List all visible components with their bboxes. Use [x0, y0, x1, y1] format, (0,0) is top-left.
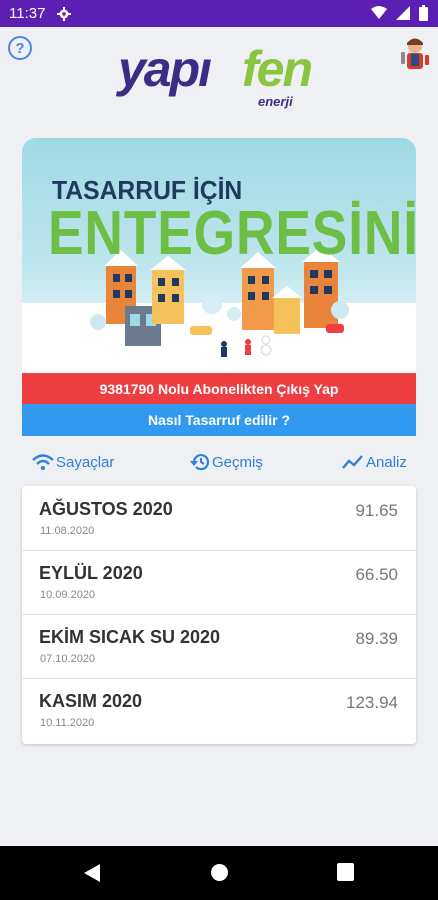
tab-history-label: Geçmiş: [212, 453, 263, 471]
list-item[interactable]: AĞUSTOS 2020 11.08.2020 91.65: [22, 486, 416, 551]
list-item[interactable]: EYLÜL 2020 10.09.2020 66.50: [22, 550, 416, 615]
avatar-icon[interactable]: [400, 36, 430, 72]
exit-subscription-button[interactable]: 9381790 Nolu Abonelikten Çıkış Yap: [22, 373, 416, 404]
banner-title-line-2: ENTEGRESİNİZ!: [48, 199, 416, 268]
tab-analysis-label: Analiz: [366, 453, 407, 471]
bill-amount: 123.94: [346, 693, 398, 712]
tab-meters-label: Sayaçlar: [56, 453, 115, 471]
wifi-icon: [371, 6, 387, 19]
help-button[interactable]: ?: [8, 36, 32, 60]
how-to-save-button[interactable]: Nasıl Tasarruf edilir ?: [22, 404, 416, 436]
logo-word-1: yapı: [118, 41, 212, 97]
bill-title: EYLÜL 2020: [39, 563, 143, 583]
bill-amount: 66.50: [355, 565, 398, 584]
history-icon: [190, 454, 210, 471]
bill-title: EKİM SICAK SU 2020: [39, 627, 221, 647]
tab-meters[interactable]: Sayaçlar: [32, 448, 114, 476]
list-item[interactable]: EKİM SICAK SU 2020 07.10.2020 89.39: [22, 614, 416, 679]
bill-amount: 91.65: [355, 501, 398, 520]
tab-history[interactable]: Geçmiş: [190, 448, 263, 476]
status-time: 11:37: [9, 5, 46, 22]
status-bar: 11:37: [0, 0, 438, 27]
system-nav-bar: [0, 846, 438, 900]
logo-word-2: fen: [242, 41, 313, 97]
bill-title: AĞUSTOS 2020: [39, 499, 173, 519]
bill-date: 07.10.2020: [40, 653, 96, 665]
logo-subtitle: enerji: [258, 94, 293, 109]
bill-date: 10.09.2020: [40, 589, 96, 601]
list-item[interactable]: KASIM 2020 10.11.2020 123.94: [22, 678, 416, 742]
gear-icon: [57, 6, 72, 21]
trend-icon: [342, 455, 363, 469]
bill-amount: 89.39: [355, 629, 398, 648]
bill-list: AĞUSTOS 2020 11.08.2020 91.65 EYLÜL 2020…: [22, 486, 416, 744]
tab-analysis[interactable]: Analiz: [342, 448, 407, 476]
promo-banner[interactable]: TASARRUF İÇİN ENTEGRESİNİZ!: [22, 138, 416, 374]
help-icon: ?: [15, 39, 25, 57]
bill-date: 11.08.2020: [40, 525, 95, 537]
bill-date: 10.11.2020: [40, 717, 95, 729]
signal-icon: [396, 6, 410, 20]
wifi-icon: [32, 454, 54, 470]
tab-bar: Sayaçlar Geçmiş Analiz: [22, 448, 416, 476]
bill-title: KASIM 2020: [39, 691, 143, 711]
back-icon[interactable]: [83, 863, 101, 883]
home-icon[interactable]: [210, 863, 229, 882]
app-logo: yapı fen enerji: [118, 40, 323, 110]
battery-icon: [419, 5, 428, 21]
recents-icon[interactable]: [337, 863, 354, 881]
